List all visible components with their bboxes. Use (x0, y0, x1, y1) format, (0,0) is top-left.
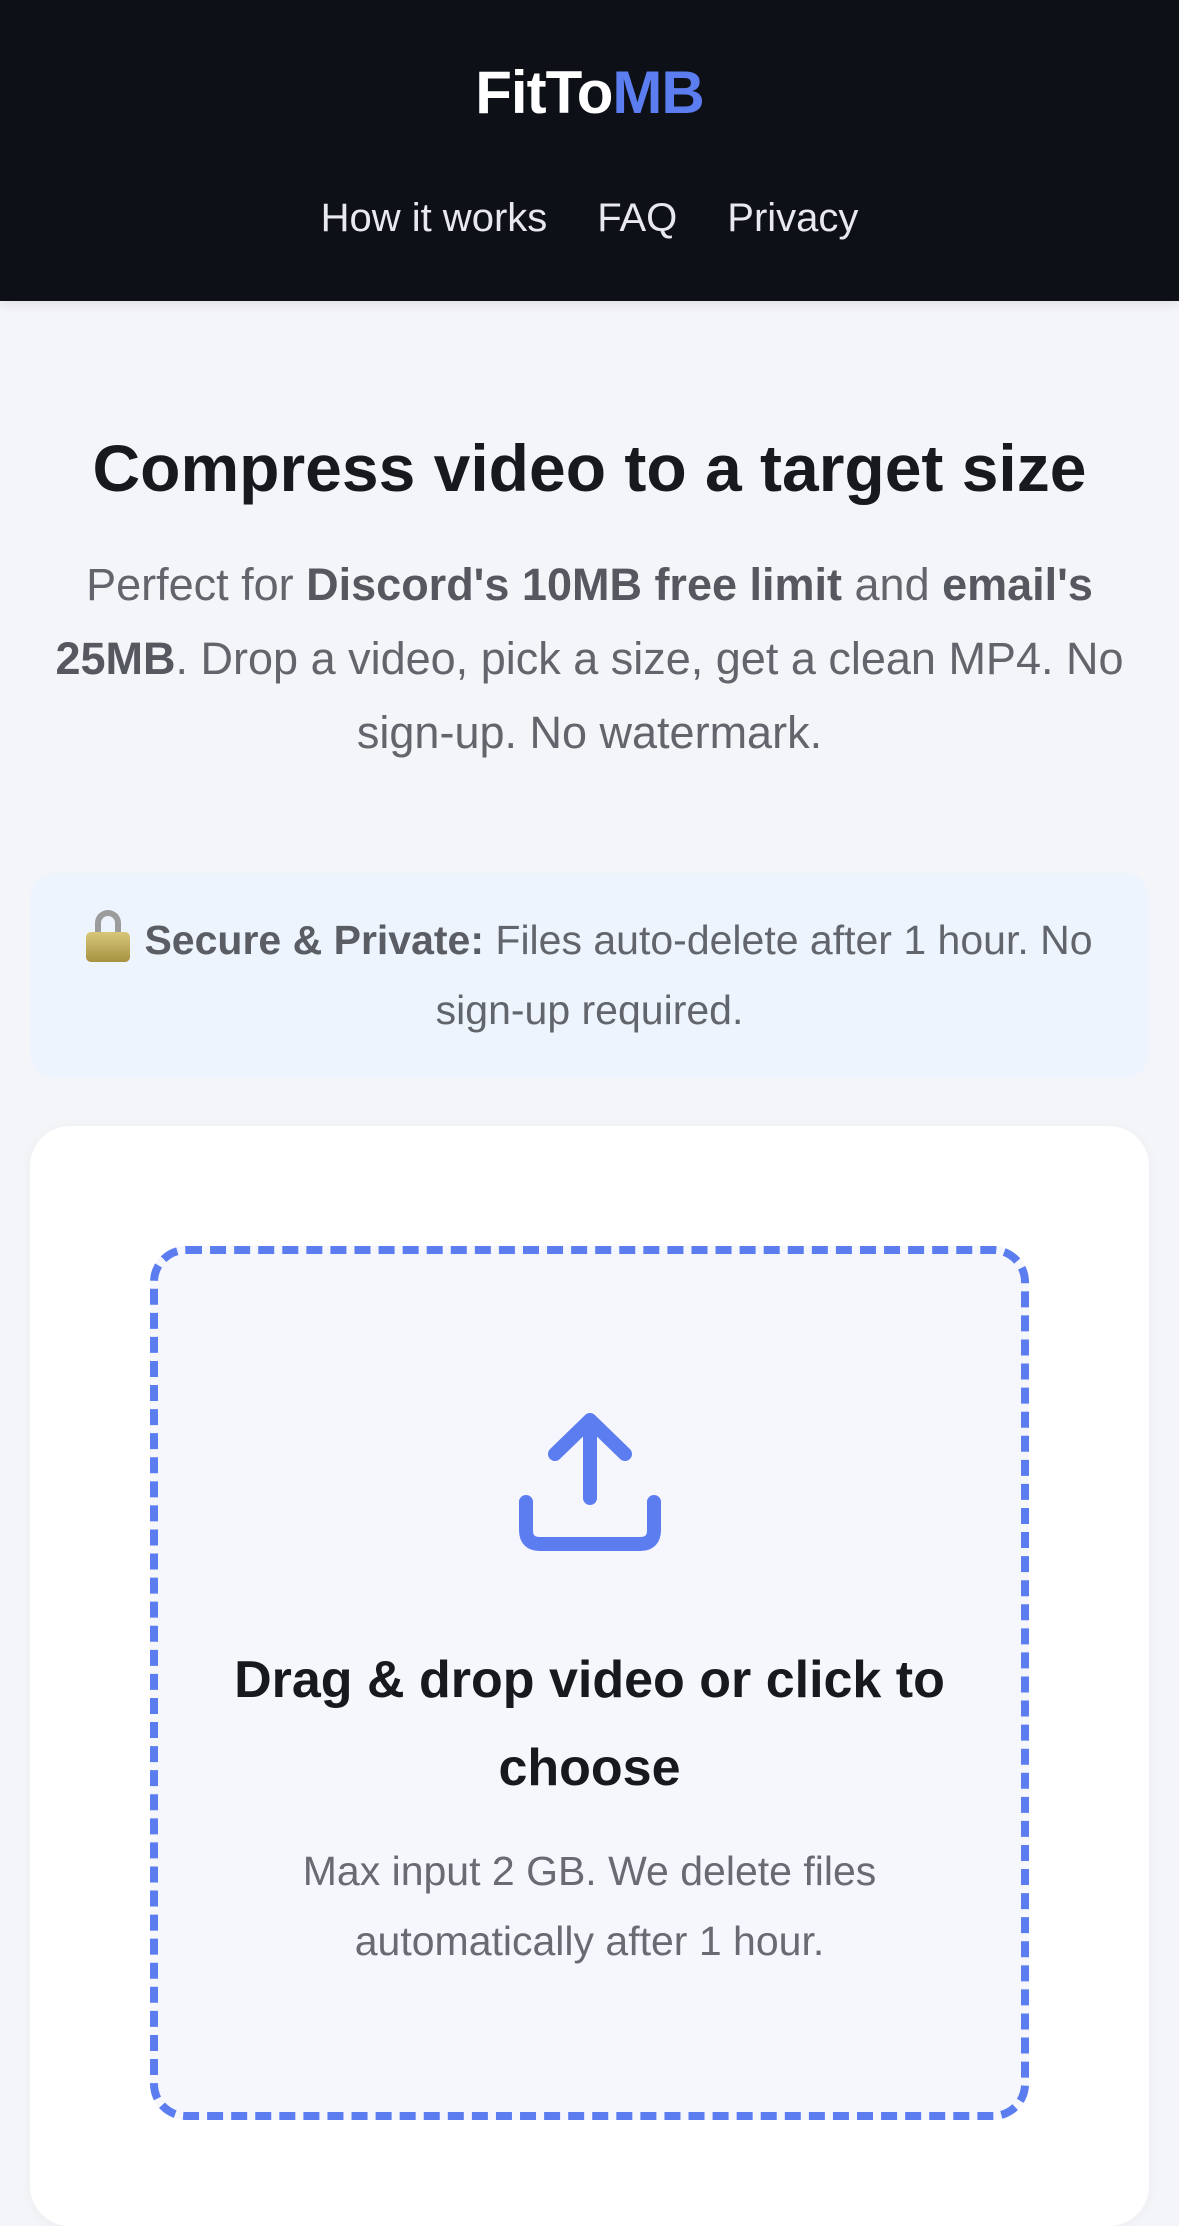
nav-link-how-it-works[interactable]: How it works (321, 196, 548, 241)
hero-subtitle-text-3: . Drop a video, pick a size, get a clean… (175, 633, 1124, 758)
logo-text: FitTo (475, 59, 613, 126)
notice-heading: Secure & Private: (144, 917, 485, 963)
dropzone-title: Drag & drop video or click to choose (234, 1651, 945, 1797)
hero-subtitle-text-2: and (842, 559, 943, 610)
main-nav: How it works FAQ Privacy (0, 196, 1179, 241)
logo-accent-text: MB (612, 59, 704, 126)
privacy-notice: Secure & Private: Files auto-delete afte… (30, 873, 1149, 1078)
page-title: Compress video to a target size (92, 431, 1087, 505)
nav-link-privacy[interactable]: Privacy (727, 196, 858, 241)
site-header: FitToMB How it works FAQ Privacy (0, 0, 1179, 301)
nav-link-faq[interactable]: FAQ (597, 196, 677, 241)
hero-subtitle-bold-discord: Discord's 10MB free limit (306, 559, 843, 610)
notice-text: Files auto-delete after 1 hour. No sign-… (435, 917, 1093, 1033)
hero-subtitle-text-1: Perfect for (86, 559, 307, 610)
hero-subtitle: Perfect for Discord's 10MB free limit an… (30, 548, 1149, 770)
dropzone-subtitle: Max input 2 GB. We delete files automati… (302, 1848, 877, 1964)
site-logo[interactable]: FitToMB (0, 58, 1179, 127)
upload-icon (519, 1413, 661, 1551)
lock-icon (86, 910, 131, 962)
